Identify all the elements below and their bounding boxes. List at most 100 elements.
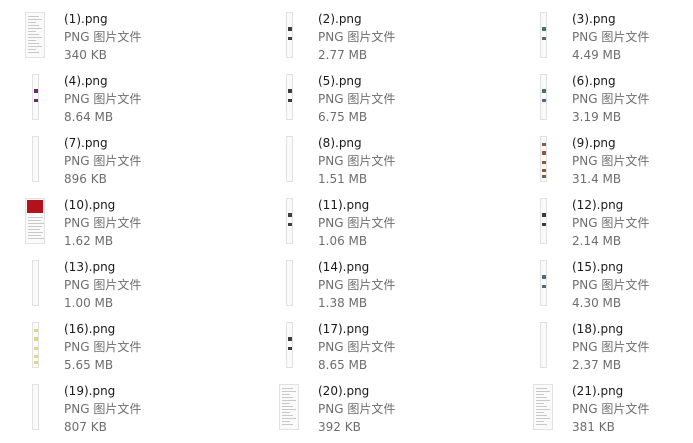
file-name: (14).png bbox=[318, 260, 370, 274]
file-item[interactable]: (18).png PNG 图片文件 2.37 MB bbox=[508, 318, 693, 380]
thumbnail-page bbox=[539, 12, 547, 58]
file-size: 381 KB bbox=[572, 420, 615, 434]
file-size: 8.65 MB bbox=[318, 358, 368, 372]
file-type: PNG 图片文件 bbox=[572, 30, 650, 44]
thumbnail-text-line bbox=[282, 397, 293, 398]
file-item[interactable]: (14).png PNG 图片文件 1.38 MB bbox=[254, 256, 508, 318]
file-item[interactable]: (5).png PNG 图片文件 6.75 MB bbox=[254, 70, 508, 132]
thumbnail-page bbox=[31, 384, 39, 430]
thumbnail-text-line bbox=[536, 418, 550, 419]
file-item[interactable]: (12).png PNG 图片文件 2.14 MB bbox=[508, 194, 693, 256]
thumbnail-page bbox=[25, 12, 45, 58]
file-size: 1.38 MB bbox=[318, 296, 368, 310]
thumbnail-text-line bbox=[282, 406, 293, 407]
file-size: 340 KB bbox=[64, 48, 107, 62]
file-thumbnail-icon bbox=[532, 260, 554, 308]
thumbnail-page bbox=[31, 322, 39, 368]
file-thumbnail-icon bbox=[278, 74, 300, 122]
file-item[interactable]: (4).png PNG 图片文件 8.64 MB bbox=[0, 70, 254, 132]
file-item[interactable]: (8).png PNG 图片文件 1.51 MB bbox=[254, 132, 508, 194]
file-name: (7).png bbox=[64, 136, 108, 150]
thumbnail-text-line bbox=[28, 31, 36, 32]
file-type: PNG 图片文件 bbox=[318, 92, 396, 106]
file-details: (3).png PNG 图片文件 4.49 MB bbox=[572, 10, 649, 64]
file-name: (13).png bbox=[64, 260, 116, 274]
file-item[interactable]: (16).png PNG 图片文件 5.65 MB bbox=[0, 318, 254, 380]
thumbnail-text-line bbox=[536, 403, 544, 404]
file-name: (10).png bbox=[64, 198, 116, 212]
file-item[interactable]: (1).png PNG 图片文件 340 KB bbox=[0, 8, 254, 70]
thumbnail-text-line bbox=[536, 394, 544, 395]
file-details: (10).png PNG 图片文件 1.62 MB bbox=[64, 196, 141, 250]
file-item[interactable]: (10).png PNG 图片文件 1.62 MB bbox=[0, 194, 254, 256]
file-thumbnail-icon bbox=[24, 12, 46, 60]
thumbnail-image-block bbox=[33, 337, 38, 341]
file-size: 807 KB bbox=[64, 420, 107, 434]
thumbnail-image-block bbox=[287, 223, 292, 226]
file-item[interactable]: (15).png PNG 图片文件 4.30 MB bbox=[508, 256, 693, 318]
file-thumbnail-icon bbox=[532, 74, 554, 122]
thumbnail-image-block bbox=[541, 275, 546, 279]
file-list: (1).png PNG 图片文件 340 KB (2).png PNG 图片文件 2.77… bbox=[0, 0, 693, 443]
file-type: PNG 图片文件 bbox=[318, 340, 396, 354]
thumbnail-page bbox=[539, 260, 547, 306]
file-item[interactable]: (6).png PNG 图片文件 3.19 MB bbox=[508, 70, 693, 132]
file-thumbnail-icon bbox=[24, 74, 46, 122]
file-name: (6).png bbox=[572, 74, 616, 88]
file-name: (2).png bbox=[318, 12, 362, 26]
file-type: PNG 图片文件 bbox=[64, 340, 142, 354]
file-type: PNG 图片文件 bbox=[572, 154, 650, 168]
file-item[interactable]: (3).png PNG 图片文件 4.49 MB bbox=[508, 8, 693, 70]
thumbnail-page bbox=[285, 136, 293, 182]
thumbnail-image-block bbox=[287, 347, 292, 350]
file-item[interactable]: (20).png PNG 图片文件 392 KB bbox=[254, 380, 508, 442]
thumbnail-text-line bbox=[28, 37, 42, 38]
file-item[interactable]: (17).png PNG 图片文件 8.65 MB bbox=[254, 318, 508, 380]
thumbnail-text-line bbox=[536, 400, 550, 401]
file-item[interactable]: (11).png PNG 图片文件 1.06 MB bbox=[254, 194, 508, 256]
thumbnail-text-line bbox=[28, 28, 42, 29]
file-item[interactable]: (9).png PNG 图片文件 31.4 MB bbox=[508, 132, 693, 194]
thumbnail-text-line bbox=[282, 412, 290, 413]
thumbnail-image-block bbox=[541, 169, 546, 172]
file-thumbnail-icon bbox=[278, 12, 300, 60]
thumbnail-page bbox=[285, 322, 293, 368]
thumbnail-page bbox=[285, 260, 293, 306]
thumbnail-page bbox=[31, 260, 39, 306]
file-type: PNG 图片文件 bbox=[318, 216, 396, 230]
thumbnail-image-block bbox=[287, 337, 292, 341]
thumbnail-text-line bbox=[282, 400, 296, 401]
file-thumbnail-icon bbox=[24, 198, 46, 246]
file-size: 392 KB bbox=[318, 420, 361, 434]
thumbnail-text-line bbox=[536, 409, 550, 410]
file-thumbnail-icon bbox=[532, 198, 554, 246]
file-item[interactable]: (19).png PNG 图片文件 807 KB bbox=[0, 380, 254, 442]
thumbnail-text-line bbox=[536, 415, 547, 416]
file-item[interactable]: (7).png PNG 图片文件 896 KB bbox=[0, 132, 254, 194]
file-details: (4).png PNG 图片文件 8.64 MB bbox=[64, 72, 141, 126]
file-size: 6.75 MB bbox=[318, 110, 368, 124]
file-details: (14).png PNG 图片文件 1.38 MB bbox=[318, 258, 395, 312]
file-name: (20).png bbox=[318, 384, 370, 398]
file-type: PNG 图片文件 bbox=[64, 216, 142, 230]
thumbnail-image-block bbox=[541, 27, 546, 31]
thumbnail-text-line bbox=[28, 19, 42, 20]
file-item[interactable]: (21).png PNG 图片文件 381 KB bbox=[508, 380, 693, 442]
file-thumbnail-icon bbox=[24, 260, 46, 308]
file-details: (11).png PNG 图片文件 1.06 MB bbox=[318, 196, 395, 250]
file-thumbnail-icon bbox=[24, 384, 46, 432]
file-name: (15).png bbox=[572, 260, 624, 274]
thumbnail-image-block bbox=[541, 161, 546, 164]
file-thumbnail-icon bbox=[278, 260, 300, 308]
file-item[interactable]: (13).png PNG 图片文件 1.00 MB bbox=[0, 256, 254, 318]
file-details: (2).png PNG 图片文件 2.77 MB bbox=[318, 10, 395, 64]
file-details: (7).png PNG 图片文件 896 KB bbox=[64, 134, 141, 188]
file-name: (12).png bbox=[572, 198, 624, 212]
file-item[interactable]: (2).png PNG 图片文件 2.77 MB bbox=[254, 8, 508, 70]
thumbnail-page bbox=[285, 198, 293, 244]
file-name: (1).png bbox=[64, 12, 108, 26]
file-size: 1.62 MB bbox=[64, 234, 114, 248]
thumbnail-image-block bbox=[287, 99, 292, 102]
thumbnail-text-line bbox=[28, 229, 40, 230]
file-size: 896 KB bbox=[64, 172, 107, 186]
